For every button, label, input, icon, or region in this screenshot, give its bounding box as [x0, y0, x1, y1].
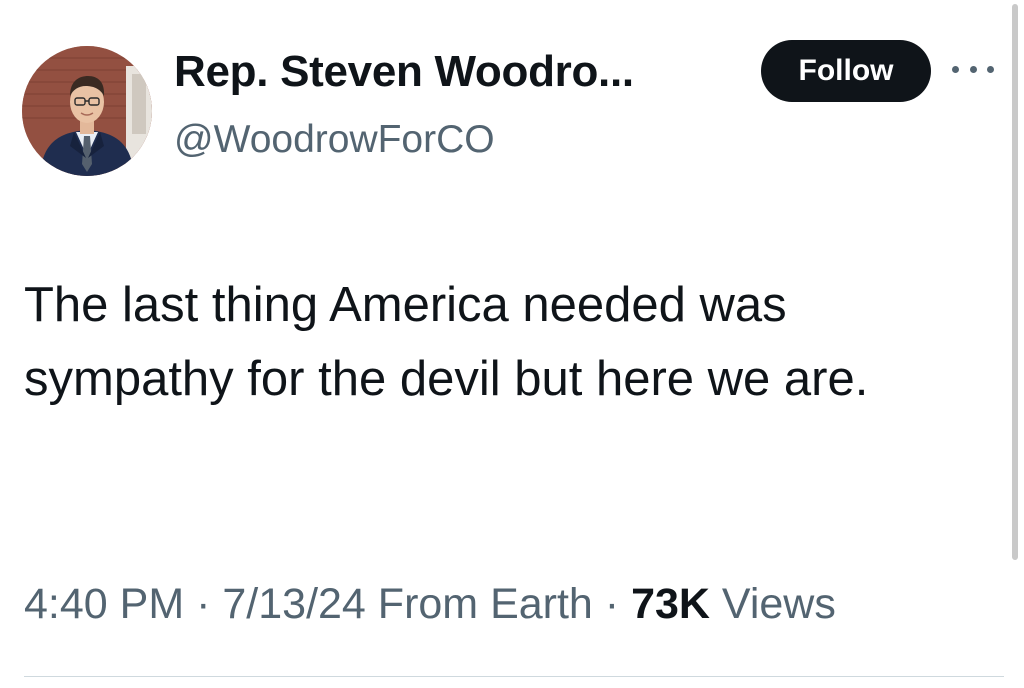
meta-separator: ·: [196, 580, 211, 628]
more-dot: [969, 65, 977, 73]
author-handle[interactable]: @WoodrowForCO: [174, 114, 495, 166]
tweet-meta: 4:40 PM · 7/13/24 From Earth · 73K Views: [24, 574, 836, 634]
follow-button[interactable]: Follow: [761, 40, 931, 102]
more-dot: [987, 65, 994, 73]
tweet-source: From Earth: [377, 580, 593, 628]
divider: [24, 676, 1004, 677]
scrollbar[interactable]: [1012, 4, 1018, 560]
views-label: Views: [721, 580, 836, 628]
more-horizontal-icon[interactable]: [952, 58, 994, 80]
tweet-date[interactable]: 7/13/24: [222, 580, 365, 628]
more-dot: [952, 65, 959, 73]
tweet-time[interactable]: 4:40 PM: [24, 580, 184, 628]
tweet-text: The last thing America needed was sympat…: [24, 278, 869, 406]
views-count: 73K: [631, 580, 710, 628]
profile-photo: [22, 46, 152, 176]
author-avatar[interactable]: [22, 46, 152, 176]
author-display-name[interactable]: Rep. Steven Woodro...: [174, 44, 634, 100]
meta-separator: ·: [604, 580, 620, 628]
tweet-card: Rep. Steven Woodro... @WoodrowForCO Foll…: [0, 0, 1024, 688]
